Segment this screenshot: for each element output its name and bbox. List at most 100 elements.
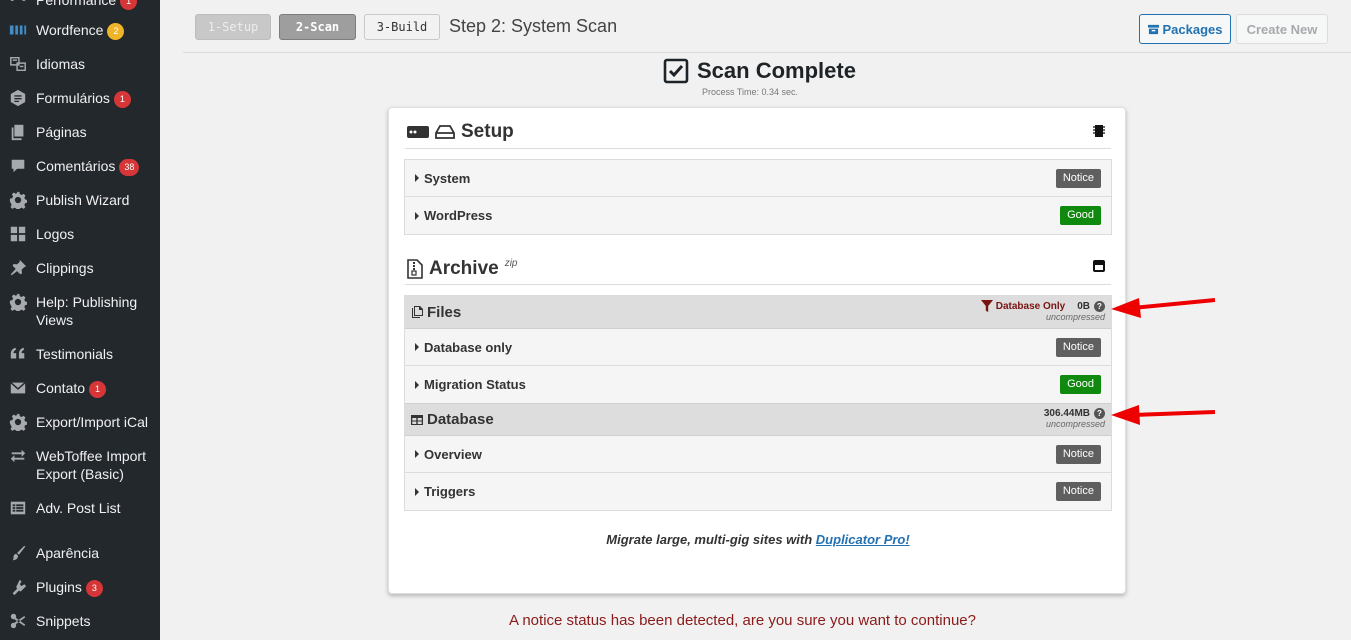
sidebar-item-comentarios[interactable]: Comentários 38 [0, 157, 160, 176]
setup-row-system[interactable]: System Notice [405, 160, 1111, 197]
sidebar-badge: 1 [120, 0, 138, 10]
sidebar-badge: 1 [89, 381, 107, 398]
step-title: Step 2: System Scan [449, 16, 618, 36]
database-size: 306.44MB [1043, 408, 1090, 419]
setup-section-title: Setup [407, 121, 514, 143]
archive-row-database-only[interactable]: Database only Notice [405, 329, 1111, 366]
sidebar-item-aparencia[interactable]: Aparência [0, 544, 160, 562]
setup-rows: System Notice WordPress Good [404, 159, 1112, 235]
sidebar-item-publish-wizard[interactable]: Publish Wizard [0, 191, 160, 209]
sidebar-item-wordfence[interactable]: Wordfence 2 [0, 21, 160, 40]
admin-sidebar: Performance 1 Wordfence 2 Idiomas Formulár… [0, 0, 160, 640]
database-group-header: Database 306.44MB ? uncompressed [405, 403, 1111, 436]
plugin-icon [0, 578, 36, 596]
step-build: 3-Build [364, 14, 440, 40]
database-size-note: uncompressed [1045, 419, 1105, 429]
files-summary: Database Only 0B ? uncompressed [980, 300, 1105, 322]
sidebar-badge: 2 [107, 23, 125, 40]
status-badge: Good [1060, 206, 1101, 225]
archive-row-migration-status[interactable]: Migration Status Good [405, 366, 1111, 403]
files-size-note: uncompressed [1045, 312, 1105, 322]
status-badge: Notice [1055, 445, 1101, 464]
database-summary: 306.44MB ? uncompressed [1044, 408, 1105, 429]
sidebar-badge: 38 [119, 159, 140, 176]
sidebar-item-adv-post-list[interactable]: Adv. Post List [0, 499, 160, 517]
caret-right-icon [415, 211, 419, 220]
caret-right-icon [415, 380, 419, 389]
annotation-arrow-database [1111, 405, 1216, 425]
caret-right-icon [415, 487, 419, 496]
sidebar-item-webtoffee[interactable]: WebToffee Import Export (Basic) [0, 447, 160, 483]
table-icon [411, 414, 423, 425]
duplicator-pro-link[interactable]: Duplicator Pro! [816, 532, 910, 547]
sidebar-item-contato[interactable]: Contato 1 [0, 379, 160, 398]
caret-right-icon [415, 450, 419, 458]
status-badge: Notice [1055, 482, 1101, 501]
sidebar-badge: 3 [85, 580, 103, 597]
scan-complete-title: Scan Complete [663, 58, 856, 84]
promo-message: Migrate large, multi-gig sites with Dupl… [606, 532, 910, 547]
mail-icon [0, 379, 36, 397]
notice-warning: A notice status has been detected, are y… [509, 612, 976, 629]
sidebar-item-snippets[interactable]: Snippets [0, 612, 160, 630]
comment-icon [0, 157, 36, 175]
gear-icon [0, 191, 36, 209]
archive-box-icon [1147, 24, 1159, 34]
archive-format: zip [504, 258, 518, 269]
sidebar-item-paginas[interactable]: Páginas [0, 123, 160, 141]
scan-results-panel: Setup System Notice WordPress Good Archi… [388, 107, 1126, 594]
wordfence-icon [0, 21, 36, 39]
sidebar-item-clippings[interactable]: Clippings [0, 259, 160, 277]
main-content: 1-Setup 2-Scan 3-Build Step 2: System Sc… [183, 0, 1351, 640]
quote-icon [0, 345, 36, 363]
sidebar-item-testimonials[interactable]: Testimonials [0, 345, 160, 363]
file-archive-icon [407, 259, 423, 279]
archive-divider [405, 284, 1111, 285]
grid-icon [0, 225, 36, 243]
scissors-icon [0, 612, 36, 630]
filter-indicator: Database Only [980, 300, 1065, 312]
step-scan: 2-Scan [279, 14, 356, 40]
files-group-header: Files Database Only 0B ? uncompressed [405, 296, 1111, 329]
setup-divider [405, 148, 1111, 149]
sidebar-item-idiomas[interactable]: Idiomas [0, 55, 160, 73]
database-row-triggers[interactable]: Triggers Notice [405, 473, 1111, 510]
sidebar-badge: 1 [113, 91, 131, 108]
setup-row-wordpress[interactable]: WordPress Good [405, 197, 1111, 234]
pin-icon [0, 259, 36, 277]
filter-icon [980, 300, 993, 312]
memory-chip-icon [1093, 125, 1105, 137]
database-row-overview[interactable]: Overview Notice [405, 436, 1111, 473]
step-setup: 1-Setup [195, 14, 271, 40]
sidebar-item-help-publishing-views[interactable]: Help: Publishing Views [0, 293, 160, 329]
gear-icon [0, 293, 36, 311]
gauge-icon [0, 0, 36, 9]
process-time: Process Time: 0.34 sec. [702, 87, 799, 97]
copy-icon [412, 306, 423, 318]
create-new-button[interactable]: Create New [1236, 14, 1328, 44]
sync-icon [0, 447, 36, 465]
archive-rows: Files Database Only 0B ? uncompressed Da [404, 295, 1112, 511]
checkbox-checked-icon [663, 58, 689, 84]
archive-tray-icon [1093, 260, 1105, 272]
hdd-icon [435, 125, 455, 139]
server-icon [407, 126, 429, 138]
status-badge: Notice [1055, 169, 1101, 188]
packages-button[interactable]: Packages [1139, 14, 1231, 44]
brush-icon [0, 544, 36, 562]
sidebar-item-logos[interactable]: Logos [0, 225, 160, 243]
translate-icon [0, 55, 36, 73]
sidebar-item-formularios[interactable]: Formulários 1 [0, 89, 160, 108]
gear-icon [0, 413, 36, 431]
annotation-arrow-files [1111, 298, 1216, 318]
archive-section-title: Archive zip [407, 258, 518, 280]
list-icon [0, 499, 36, 517]
sidebar-item-export-import-ical[interactable]: Export/Import iCal [0, 413, 160, 431]
forms-icon [0, 89, 36, 107]
header-divider [183, 52, 1351, 53]
status-badge: Good [1060, 375, 1101, 394]
sidebar-item-plugins[interactable]: Plugins 3 [0, 578, 160, 597]
caret-right-icon [415, 343, 419, 351]
sidebar-item-performance[interactable]: Performance 1 [0, 0, 160, 10]
files-size: 0B [1077, 300, 1090, 312]
